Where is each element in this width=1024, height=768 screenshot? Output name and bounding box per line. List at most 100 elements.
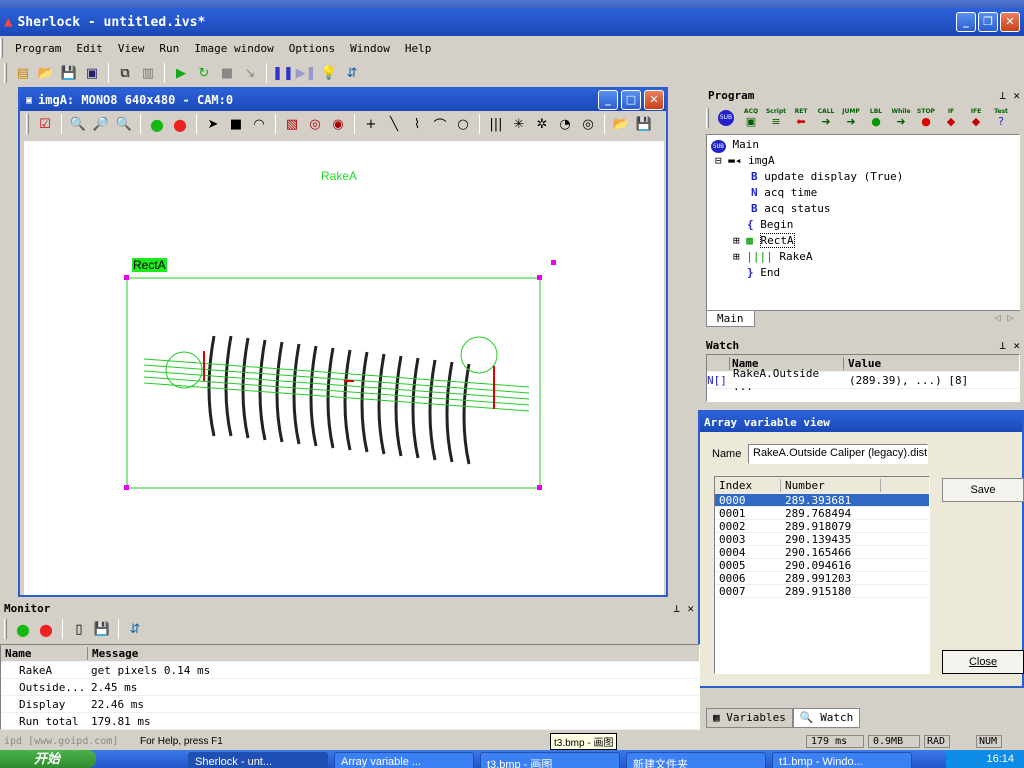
zoom-in-icon[interactable]: 🔍	[114, 114, 134, 134]
save-all-icon[interactable]: ▣	[82, 63, 102, 83]
polyline-icon[interactable]: ⌇	[407, 114, 427, 134]
arc-tool-icon[interactable]: ⌒	[430, 114, 450, 134]
tree-recta[interactable]: ⊞ ▩ RectA	[711, 233, 1015, 249]
array-row[interactable]: 0004 290.165466	[715, 546, 929, 559]
monitor-new-icon[interactable]: ▯	[69, 619, 89, 639]
task-new-folder[interactable]: 新建文件夹	[626, 752, 766, 768]
load-image-icon[interactable]: 📂	[611, 114, 631, 134]
task-t1-bmp[interactable]: t1.bmp - Windo...	[772, 752, 912, 768]
palette-lbl-icon[interactable]: LBL ●	[865, 108, 887, 128]
tree-begin[interactable]: { Begin	[711, 217, 1015, 233]
checklist-icon[interactable]: ☑	[35, 114, 55, 134]
menu-help[interactable]: Help	[405, 42, 432, 55]
line-icon[interactable]: ╲	[384, 114, 404, 134]
palette-sub-icon[interactable]: SUB	[715, 110, 737, 126]
run-continuous-icon[interactable]: ↻	[194, 63, 214, 83]
tab-scroll-icon[interactable]: ◁ ▷	[994, 311, 1014, 324]
green-light-icon[interactable]: ●	[147, 114, 167, 134]
array-row[interactable]: 0001 289.768494	[715, 507, 929, 520]
array-row[interactable]: 0000 289.393681	[715, 494, 929, 507]
copy-icon[interactable]: ⧉	[115, 63, 135, 83]
menu-edit[interactable]: Edit	[76, 42, 103, 55]
arc-icon[interactable]: ◠	[249, 114, 269, 134]
watch-pin-icon[interactable]: ⊥	[999, 339, 1006, 352]
image-minimize-button[interactable]: _	[598, 90, 618, 110]
task-array-variable[interactable]: Array variable ...	[334, 752, 474, 768]
monitor-row[interactable]: RakeA get pixels 0.14 ms	[1, 662, 699, 679]
minimize-button[interactable]: _	[956, 12, 976, 32]
monitor-green-icon[interactable]: ●	[13, 619, 33, 639]
menu-window[interactable]: Window	[350, 42, 390, 55]
menu-run[interactable]: Run	[159, 42, 179, 55]
restore-button[interactable]: ❐	[978, 12, 998, 32]
close-button[interactable]: ✕	[1000, 12, 1020, 32]
image-maximize-button[interactable]: □	[621, 90, 641, 110]
save-icon[interactable]: 💾	[59, 63, 79, 83]
tree-main[interactable]: SUB Main	[711, 137, 1015, 153]
image-close-button[interactable]: ✕	[644, 90, 664, 110]
program-close-icon[interactable]: ✕	[1013, 89, 1020, 102]
point-icon[interactable]: +	[361, 114, 381, 134]
monitor-row[interactable]: Display 22.46 ms	[1, 696, 699, 713]
zoom-out-icon[interactable]: 🔍	[68, 114, 88, 134]
task-t3-bmp[interactable]: t3.bmp - 画图	[480, 752, 620, 768]
star-icon[interactable]: ✲	[532, 114, 552, 134]
arc-rake-icon[interactable]: ◔	[555, 114, 575, 134]
watch-row[interactable]: N[] RakeA.Outside ... (289.39), ...) [8]	[707, 367, 1019, 393]
array-row[interactable]: 0005 290.094616	[715, 559, 929, 572]
stop-icon[interactable]: ■	[217, 63, 237, 83]
palette-ret-icon[interactable]: RET ⬅	[790, 108, 812, 128]
pointer-icon[interactable]: ➤	[203, 114, 223, 134]
monitor-row[interactable]: Outside... 2.45 ms	[1, 679, 699, 696]
palette-call-icon[interactable]: CALL ➜	[815, 108, 837, 128]
zoom-icon[interactable]: 🔎	[91, 114, 111, 134]
tab-variables[interactable]: ▦ Variables	[706, 708, 793, 728]
run-icon[interactable]: ▶	[171, 63, 191, 83]
step-icon[interactable]: ↘	[240, 63, 260, 83]
palette-stop-icon[interactable]: STOP ●	[915, 108, 937, 128]
task-sherlock[interactable]: Sherlock - unt...	[188, 752, 328, 768]
paste-icon[interactable]: ▥	[138, 63, 158, 83]
pin-icon[interactable]: ⊥	[999, 89, 1006, 102]
annulus-roi-icon[interactable]: ◉	[328, 114, 348, 134]
start-button[interactable]: 开始	[0, 750, 96, 768]
red-light-icon[interactable]: ●	[170, 114, 190, 134]
close-dialog-button[interactable]: Close	[942, 650, 1024, 674]
monitor-red-icon[interactable]: ●	[36, 619, 56, 639]
tree-imga[interactable]: ⊟ ▬◂ imgA	[711, 153, 1015, 169]
save-image-icon[interactable]: 💾	[634, 114, 654, 134]
array-row[interactable]: 0002 289.918079	[715, 520, 929, 533]
tree-update-display[interactable]: B update display (True)	[711, 169, 1015, 185]
monitor-row[interactable]: Run total 179.81 ms	[1, 713, 699, 730]
monitor-options-icon[interactable]: ⇵	[125, 619, 145, 639]
palette-ife-icon[interactable]: IFE ◆	[965, 108, 987, 128]
palette-if-icon[interactable]: IF ◆	[940, 108, 962, 128]
monitor-pin-icon[interactable]: ⊥	[673, 602, 680, 615]
palette-acq-icon[interactable]: ACQ ▣	[740, 108, 762, 128]
menu-options[interactable]: Options	[289, 42, 335, 55]
rect-roi-icon[interactable]: ▧	[282, 114, 302, 134]
array-row[interactable]: 0003 290.139435	[715, 533, 929, 546]
bullseye-icon[interactable]: ◎	[578, 114, 598, 134]
tree-acq-status[interactable]: B acq status	[711, 201, 1015, 217]
palette-jump-icon[interactable]: JUMP ➜	[840, 108, 862, 128]
step-over-icon[interactable]: ▶❚	[296, 63, 317, 83]
save-button[interactable]: Save	[942, 478, 1024, 502]
palette-script-icon[interactable]: Script ≡	[765, 108, 787, 128]
circle-roi-icon[interactable]: ◎	[305, 114, 325, 134]
menu-program[interactable]: Program	[15, 42, 61, 55]
menu-image-window[interactable]: Image window	[194, 42, 273, 55]
circle-icon[interactable]: ○	[453, 114, 473, 134]
watch-close-icon[interactable]: ✕	[1013, 339, 1020, 352]
array-row[interactable]: 0006 289.991203	[715, 572, 929, 585]
menu-view[interactable]: View	[118, 42, 145, 55]
array-row[interactable]: 0007 289.915180	[715, 585, 929, 598]
new-icon[interactable]: ▤	[13, 63, 33, 83]
monitor-save-icon[interactable]: 💾	[92, 619, 112, 639]
name-field[interactable]: RakeA.Outside Caliper (legacy).dist	[748, 444, 928, 464]
rectangle-icon[interactable]: ■	[226, 114, 246, 134]
palette-while-icon[interactable]: While ➜	[890, 108, 912, 128]
rake-icon[interactable]: |||	[486, 114, 506, 134]
monitor-close-icon[interactable]: ✕	[687, 602, 694, 615]
pause-icon[interactable]: ❚❚	[272, 63, 294, 83]
